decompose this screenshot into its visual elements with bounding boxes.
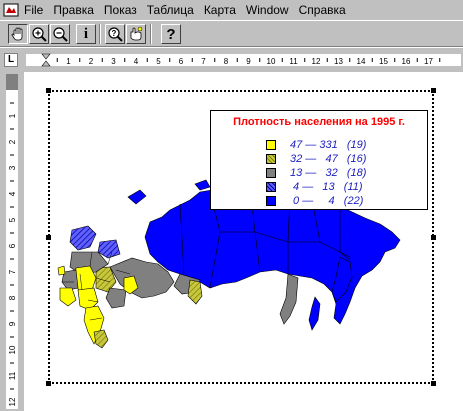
region-severnaya-zemlya[interactable] [194,179,211,191]
ruler-margin [6,74,18,90]
legend-swatch-yellow [266,139,276,150]
ruler-number: 3 [8,165,17,170]
ruler-number: 8 [224,57,229,66]
ruler-number: 16 [402,57,411,66]
ruler-number: 12 [8,397,17,406]
horizontal-ruler-scale: 1 2 3 4 5 6 7 8 9 10 11 12 13 14 15 16 17 [26,53,461,67]
ruler-number: 2 [8,139,17,144]
toolbar: i ? ? [0,20,463,47]
region-novaya-zemlya[interactable] [127,189,147,205]
legend-label: 0 — 4 (22) [290,194,364,207]
resize-handle-bottom-left[interactable] [46,381,51,386]
vertical-ruler[interactable]: 1 2 3 4 5 6 7 8 9 10 11 12 [0,72,24,411]
region-grey-ural-mid[interactable] [105,287,127,309]
region-sakhalin[interactable] [308,296,321,331]
help-icon: ? [166,25,176,43]
ruler-number: 10 [8,345,17,354]
ruler-number: 13 [334,57,343,66]
resize-handle-bottom-right[interactable] [431,381,436,386]
menu-table[interactable]: Таблица [142,0,199,20]
menu-edit[interactable]: Правка [48,0,99,20]
ruler-number: 5 [8,217,17,222]
legend-item: 4 — 13 (11) [266,180,363,193]
ruler-number: 6 [8,243,17,248]
ruler-number: 3 [111,57,116,66]
resize-handle-top-left[interactable] [46,88,51,93]
legend-title: Плотность населения на 1995 г. [233,116,405,128]
ruler-number: 4 [134,57,139,66]
info-button[interactable]: i [76,24,96,44]
region-hatched-blue-north[interactable] [97,239,121,259]
ruler-number: 14 [357,57,366,66]
legend-item: 32 — 47 (16) [266,152,366,165]
zoom-in-icon [32,27,47,42]
legend-swatch-hatched-yellow [266,153,276,164]
ruler-number: 9 [8,321,17,326]
resize-handle-left[interactable] [46,235,51,240]
region-hatched-yellow-caucasus[interactable] [93,329,109,349]
legend-label: 47 — 331 (19) [290,138,367,151]
hand-icon [11,27,23,41]
menu-view[interactable]: Показ [99,0,142,20]
tab-stop-selector[interactable]: L [4,53,18,67]
legend-swatch-blue [266,195,276,206]
menu-map[interactable]: Карта [199,0,241,20]
ruler-number: 9 [246,57,251,66]
ruler-number: 12 [312,57,321,66]
ruler-number: 1 [66,57,71,66]
ruler-band [6,74,18,409]
region-yellow-west[interactable] [59,287,77,307]
ruler-number: 11 [289,57,298,66]
ruler-number: 4 [8,191,17,196]
pan-hand-button[interactable] [8,24,28,44]
pointer-hand-icon [130,26,143,41]
region-grey-primorye[interactable] [279,273,299,325]
select-hand-button[interactable] [126,24,146,44]
ruler-number: 2 [89,57,94,66]
legend-label: 13 — 32 (18) [290,166,367,179]
ruler-number: 1 [8,113,17,118]
zoom-out-button[interactable] [50,24,70,44]
region-yellow-kaliningrad[interactable] [57,265,66,276]
app-icon[interactable] [3,2,19,18]
info-icon: i [83,25,89,42]
menu-file[interactable]: File [22,0,48,20]
ruler-number: 5 [156,57,161,66]
map-legend[interactable]: Плотность населения на 1995 г. 47 — 331 … [210,110,428,210]
ruler-number: 10 [267,57,276,66]
ruler-number: 7 [8,269,17,274]
menu-window[interactable]: Window [241,0,294,20]
menu-help[interactable]: Справка [294,0,351,20]
legend-label: 32 — 47 (16) [290,152,367,165]
toolbar-separator [150,24,152,44]
legend-label: 4 — 13 (11) [290,180,363,193]
region-hatched-blue-northwest[interactable] [69,225,97,251]
query-button[interactable]: ? [105,24,125,44]
ruler-number: 15 [379,57,388,66]
ruler-corner[interactable]: L [0,48,24,72]
resize-handle-right[interactable] [431,235,436,240]
query-icon: ? [108,27,123,42]
ruler-number: 7 [201,57,206,66]
zoom-out-icon [53,27,68,42]
menu-bar: File Правка Показ Таблица Карта Window С… [0,0,463,20]
ruler-number: 8 [8,295,17,300]
ruler-number: 11 [8,371,17,380]
zoom-in-button[interactable] [29,24,49,44]
vertical-ruler-scale: 123456789101112 [6,74,18,409]
region-hatched-yellow-east[interactable] [187,279,203,305]
legend-item: 47 — 331 (19) [266,138,366,151]
ruler-number: 6 [179,57,184,66]
ruler-number: 17 [424,57,433,66]
legend-swatch-hatched-blue [266,181,276,192]
horizontal-ruler[interactable]: 1 2 3 4 5 6 7 8 9 10 11 12 13 14 15 16 17 [24,48,463,72]
toolbar-separator [99,24,101,44]
svg-text:?: ? [112,29,117,38]
legend-item: 13 — 32 (18) [266,166,366,179]
help-button[interactable]: ? [161,24,181,44]
legend-item: 0 — 4 (22) [266,194,363,207]
legend-swatch-grey [266,167,276,178]
resize-handle-top-right[interactable] [431,88,436,93]
